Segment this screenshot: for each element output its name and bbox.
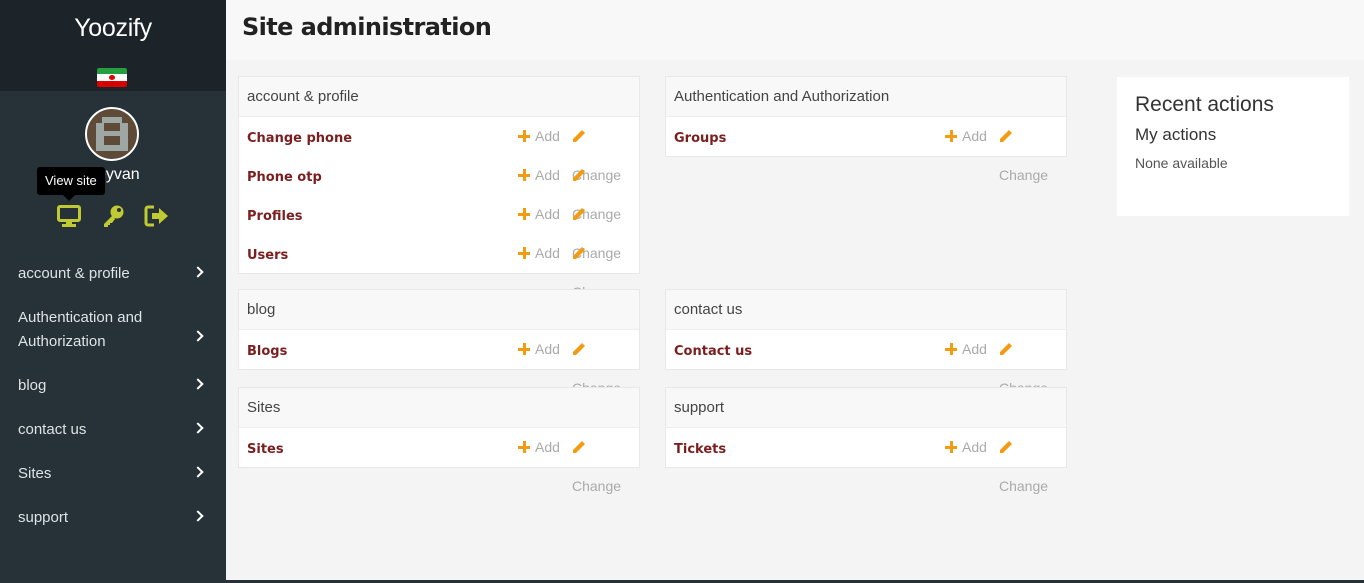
plus-icon: [945, 441, 957, 453]
sidebar: Yoozify Keyvan View site account & profi…: [0, 0, 226, 583]
logout-button[interactable]: [144, 204, 170, 228]
chevron-right-icon: [192, 422, 204, 434]
change-link[interactable]: Change: [999, 117, 1066, 195]
model-link-blogs[interactable]: Blogs: [247, 344, 287, 359]
module-title[interactable]: support: [666, 388, 1066, 428]
add-link[interactable]: Add: [518, 117, 560, 156]
empty-state-text: None available: [1135, 155, 1228, 171]
model-link-sites[interactable]: Sites: [247, 442, 284, 457]
add-link[interactable]: Add: [945, 117, 987, 156]
pencil-icon: [573, 208, 585, 220]
model-link-profiles[interactable]: Profiles: [247, 209, 303, 224]
header: Site administration: [226, 0, 1364, 60]
pencil-icon: [573, 441, 585, 453]
brand-name[interactable]: Yoozify: [0, 0, 226, 43]
add-link[interactable]: Add: [945, 428, 987, 467]
pencil-icon: [573, 247, 585, 259]
nav-item-blog[interactable]: blog: [0, 364, 226, 408]
change-password-button[interactable]: [100, 204, 126, 228]
add-link[interactable]: Add: [518, 156, 560, 195]
model-row: Groups Add Change: [666, 117, 1066, 183]
nav-item-support[interactable]: support: [0, 496, 226, 540]
module-blog: blog Blogs Add Change: [238, 289, 640, 396]
model-link-contact-us[interactable]: Contact us: [674, 344, 752, 359]
username: Keyvan: [86, 166, 140, 183]
plus-icon: [945, 130, 957, 142]
pencil-icon: [573, 343, 585, 355]
add-link[interactable]: Add: [518, 234, 560, 273]
add-link[interactable]: Add: [518, 428, 560, 467]
view-site-button[interactable]: [56, 204, 82, 228]
model-row: Users Add Change: [239, 234, 639, 300]
model-row: Phone otp Add Change: [239, 156, 639, 222]
key-icon: [104, 205, 124, 227]
plus-icon: [518, 441, 530, 453]
add-link[interactable]: Add: [518, 195, 560, 234]
model-row: Tickets Add Change: [666, 428, 1066, 494]
nav-item-auth[interactable]: Authentication and Authorization: [0, 296, 226, 364]
plus-icon: [518, 169, 530, 181]
module-title[interactable]: contact us: [666, 290, 1066, 330]
module-auth: Authentication and Authorization Groups …: [665, 76, 1067, 183]
model-row: Blogs Add Change: [239, 330, 639, 396]
user-tools: [56, 204, 170, 228]
my-actions-title: My actions: [1135, 125, 1217, 144]
module-title[interactable]: account & profile: [239, 77, 639, 117]
module-contact-us: contact us Contact us Add Change: [665, 289, 1067, 396]
model-link-tickets[interactable]: Tickets: [674, 442, 726, 457]
module-title[interactable]: blog: [239, 290, 639, 330]
plus-icon: [518, 247, 530, 259]
module-title[interactable]: Sites: [239, 388, 639, 428]
module-sites: Sites Sites Add Change: [238, 387, 640, 494]
chevron-right-icon: [192, 466, 204, 478]
plus-icon: [945, 343, 957, 355]
pencil-icon: [573, 169, 585, 181]
plus-icon: [518, 208, 530, 220]
chevron-right-icon: [192, 266, 204, 278]
recent-actions-title: Recent actions: [1135, 93, 1274, 116]
page-title: Site administration: [242, 13, 492, 41]
chevron-right-icon: [192, 378, 204, 390]
change-link[interactable]: Change: [572, 428, 639, 506]
sign-out-icon: [144, 205, 168, 227]
pencil-icon: [1000, 130, 1012, 142]
add-link[interactable]: Add: [945, 330, 987, 369]
model-link-phone-otp[interactable]: Phone otp: [247, 170, 322, 185]
model-row: Change phone Add Change: [239, 117, 639, 183]
iran-flag-icon[interactable]: [97, 68, 127, 87]
plus-icon: [518, 130, 530, 142]
avatar: [85, 107, 139, 161]
model-link-change-phone[interactable]: Change phone: [247, 131, 352, 146]
module-title[interactable]: Authentication and Authorization: [666, 77, 1066, 117]
plus-icon: [518, 343, 530, 355]
module-support: support Tickets Add Change: [665, 387, 1067, 494]
change-link[interactable]: Change: [999, 428, 1066, 506]
nav-item-contact-us[interactable]: contact us: [0, 408, 226, 452]
model-row: Profiles Add Change: [239, 195, 639, 261]
model-row: Sites Add Change: [239, 428, 639, 494]
add-link[interactable]: Add: [518, 330, 560, 369]
nav-item-account-profile[interactable]: account & profile: [0, 252, 226, 296]
pencil-icon: [1000, 441, 1012, 453]
model-link-users[interactable]: Users: [247, 248, 288, 263]
module-account-profile: account & profile Change phone Add Chang…: [238, 76, 640, 300]
pencil-icon: [573, 130, 585, 142]
model-row: Contact us Add Change: [666, 330, 1066, 396]
model-link-groups[interactable]: Groups: [674, 131, 726, 146]
nav-item-sites[interactable]: Sites: [0, 452, 226, 496]
chevron-right-icon: [192, 510, 204, 522]
chevron-right-icon: [192, 330, 204, 342]
pencil-icon: [1000, 343, 1012, 355]
app-nav: account & profile Authentication and Aut…: [0, 252, 226, 540]
monitor-icon: [57, 205, 81, 227]
recent-actions-panel: Recent actions My actions None available: [1117, 77, 1349, 216]
view-site-tooltip: View site: [37, 167, 105, 201]
